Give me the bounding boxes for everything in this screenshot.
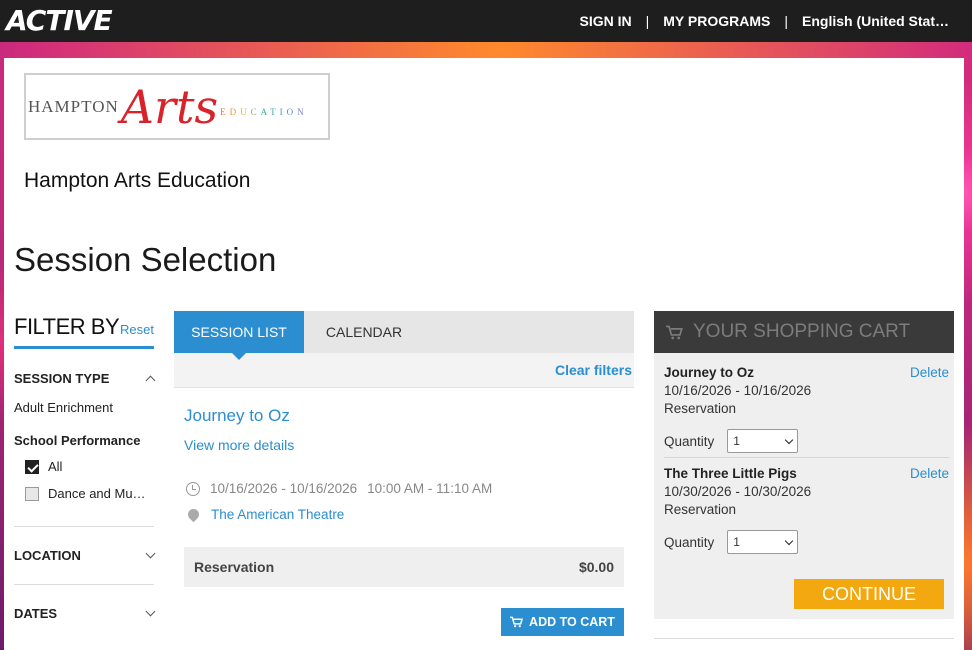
quantity-label: Quantity [664, 433, 715, 449]
logo-hampton: HAMPTON [28, 96, 119, 116]
main-panel: HAMPTON Arts EDUCATION Hampton Arts Educ… [4, 58, 964, 650]
clear-filters-link[interactable]: Clear filters [555, 362, 632, 378]
session-location-link[interactable]: The American Theatre [211, 507, 344, 522]
cart-item-type: Reservation [664, 502, 737, 517]
reset-filters-link[interactable]: Reset [120, 322, 154, 337]
filter-school-performance[interactable]: School Performance [14, 433, 154, 448]
nav-separator: | [784, 13, 788, 29]
session-location: The American Theatre [185, 506, 344, 523]
session-time: 10:00 AM - 11:10 AM [367, 481, 493, 496]
cart-item: The Three Little Pigs Delete 10/30/2026 … [664, 466, 949, 554]
cart-icon [510, 616, 524, 628]
session-type-label: SESSION TYPE [14, 371, 110, 386]
chevron-down-icon [785, 435, 794, 444]
filter-title: FILTER BY [14, 314, 120, 339]
top-nav: SIGN IN | MY PROGRAMS | English (United … [580, 0, 955, 42]
chevron-up-icon [145, 375, 156, 386]
filter-option-dance[interactable]: Dance and Mu… [25, 486, 154, 501]
logo-arts: Arts [120, 79, 219, 134]
page-title: Session Selection [14, 241, 277, 278]
cart-item: Journey to Oz Delete 10/16/2026 - 10/16/… [664, 365, 949, 453]
clock-icon [186, 481, 200, 496]
my-programs-link[interactable]: MY PROGRAMS [663, 13, 770, 29]
map-pin-icon [185, 506, 202, 523]
chevron-down-icon [785, 536, 794, 545]
quantity-select[interactable]: 1 [727, 530, 799, 554]
chevron-down-icon [145, 606, 156, 617]
shopping-cart: YOUR SHOPPING CART Journey to Oz Delete … [654, 311, 954, 619]
view-more-details-link[interactable]: View more details [184, 437, 294, 453]
filter-adult-enrichment[interactable]: Adult Enrichment [14, 400, 154, 415]
quantity-row: Quantity 1 [664, 429, 944, 453]
cart-header: YOUR SHOPPING CART [654, 311, 954, 353]
top-bar: ACTIVE SIGN IN | MY PROGRAMS | English (… [0, 0, 972, 42]
session-list-panel: SESSION LIST CALENDAR Clear filters Jour… [174, 311, 634, 636]
quantity-select[interactable]: 1 [727, 429, 799, 453]
fee-amount: $0.00 [578, 559, 614, 575]
divider [14, 526, 154, 527]
fee-row: Reservation $0.00 [184, 547, 624, 587]
location-toggle[interactable]: LOCATION [14, 548, 156, 563]
quantity-value: 1 [733, 535, 740, 549]
cart-item-delete-link[interactable]: Delete [910, 466, 949, 481]
checkbox-checked[interactable] [25, 459, 39, 474]
language-selector[interactable]: English (United Stat… [802, 13, 954, 29]
tab-calendar[interactable]: CALENDAR [304, 311, 424, 353]
language-label: English (United Stat… [802, 13, 949, 29]
filter-option-all[interactable]: All [25, 459, 154, 474]
chevron-down-icon [145, 548, 156, 559]
quantity-value: 1 [733, 434, 740, 448]
organization-name: Hampton Arts Education [24, 169, 251, 192]
cart-icon [666, 325, 683, 339]
tab-session-list[interactable]: SESSION LIST [174, 311, 304, 360]
cart-item-dates: 10/16/2026 - 10/16/2026 [664, 383, 812, 398]
cart-item-dates: 10/30/2026 - 10/30/2026 [664, 484, 812, 499]
active-logo[interactable]: ACTIVE [6, 3, 113, 37]
sign-in-link[interactable]: SIGN IN [580, 13, 632, 29]
session-type-toggle[interactable]: SESSION TYPE [14, 371, 156, 386]
add-to-cart-button[interactable]: ADD TO CART [501, 608, 624, 636]
fee-label: Reservation [194, 559, 275, 575]
location-label: LOCATION [14, 548, 81, 563]
cart-item-delete-link[interactable]: Delete [910, 365, 949, 380]
filter-option-label: Dance and Mu… [48, 486, 146, 501]
cart-item-name: The Three Little Pigs [664, 466, 797, 481]
organization-logo: HAMPTON Arts EDUCATION [24, 73, 330, 140]
dates-label: DATES [14, 606, 58, 621]
continue-button[interactable]: CONTINUE [794, 579, 944, 609]
session-datetime: 10/16/2026 - 10/16/2026 10:00 AM - 11:10… [186, 481, 492, 496]
session-dates: 10/16/2026 - 10/16/2026 [210, 481, 358, 496]
divider [654, 638, 954, 639]
filter-sidebar: FILTER BY Reset SESSION TYPE Adult Enric… [14, 314, 156, 621]
filter-header: FILTER BY Reset [14, 314, 154, 349]
cart-title: YOUR SHOPPING CART [693, 321, 911, 342]
logo-education: EDUCATION [220, 106, 308, 117]
session-title[interactable]: Journey to Oz [184, 406, 290, 426]
dates-toggle[interactable]: DATES [14, 606, 156, 621]
cart-item-name: Journey to Oz [664, 365, 755, 380]
divider [14, 584, 154, 585]
view-tabs: SESSION LIST CALENDAR [174, 311, 634, 360]
checkbox-unchecked[interactable] [25, 486, 39, 501]
quantity-row: Quantity 1 [664, 530, 944, 554]
cart-item-type: Reservation [664, 401, 737, 416]
quantity-label: Quantity [664, 534, 715, 550]
cart-divider [664, 457, 949, 458]
active-logo-text: ACTIVE [6, 3, 113, 37]
filter-option-label: All [48, 459, 63, 474]
add-to-cart-label: ADD TO CART [529, 615, 615, 629]
nav-separator: | [645, 13, 650, 29]
